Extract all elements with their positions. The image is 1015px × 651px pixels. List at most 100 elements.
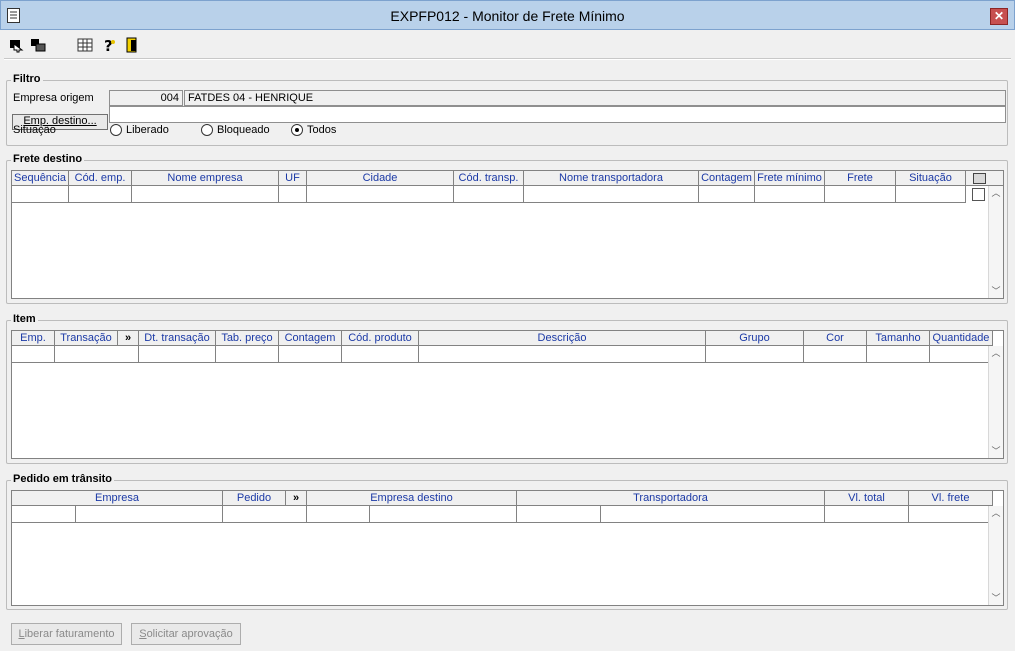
- radio-liberado-circle[interactable]: [110, 124, 122, 136]
- row-cell-dt-transacao[interactable]: [139, 346, 216, 363]
- toolbar-separator: [4, 58, 1011, 60]
- pedido-scrollbar[interactable]: ︿ ﹀: [988, 506, 1003, 605]
- row-cell-frete[interactable]: [825, 186, 896, 203]
- col-cod-produto[interactable]: Cód. produto: [342, 331, 419, 346]
- table-icon[interactable]: [77, 37, 93, 53]
- radio-todos-label: Todos: [307, 124, 337, 136]
- col-tab-preco[interactable]: Tab. preço: [216, 331, 279, 346]
- help-icon[interactable]: ?: [101, 37, 117, 53]
- row-cell-cod-produto[interactable]: [342, 346, 419, 363]
- col-vl-frete[interactable]: Vl. frete: [909, 491, 993, 506]
- row-cell-tab-preco[interactable]: [216, 346, 279, 363]
- col-frete-minimo[interactable]: Frete mínimo: [755, 171, 825, 186]
- col-emp[interactable]: Emp.: [12, 331, 55, 346]
- scroll-down-icon[interactable]: ﹀: [989, 444, 1003, 458]
- row-cell-descricao[interactable]: [419, 346, 706, 363]
- row-cell-empresa-code[interactable]: [12, 506, 76, 523]
- col-empresa-destino[interactable]: Empresa destino: [307, 491, 517, 506]
- row-cell-contagem[interactable]: [699, 186, 755, 203]
- item-grid[interactable]: Emp. Transação » Dt. transação Tab. preç…: [11, 330, 1004, 459]
- row-cell-vl-total[interactable]: [825, 506, 909, 523]
- col-cor[interactable]: Cor: [804, 331, 867, 346]
- pedido-grid[interactable]: Empresa Pedido » Empresa destino Transpo…: [11, 490, 1004, 606]
- row-cell-transportadora-code[interactable]: [517, 506, 601, 523]
- col-cidade[interactable]: Cidade: [307, 171, 454, 186]
- col-dt-transacao[interactable]: Dt. transação: [139, 331, 216, 346]
- row-cell-grupo[interactable]: [706, 346, 804, 363]
- col-vl-total[interactable]: Vl. total: [825, 491, 909, 506]
- item-group: Item Emp. Transação » Dt. transação Tab.…: [6, 313, 1008, 464]
- col-grupo[interactable]: Grupo: [706, 331, 804, 346]
- pedido-group: Pedido em trânsito Empresa Pedido » Empr…: [6, 473, 1008, 610]
- row-cell-sequencia[interactable]: [12, 186, 69, 203]
- row-cell-uf[interactable]: [279, 186, 307, 203]
- scroll-down-icon[interactable]: ﹀: [989, 591, 1003, 605]
- item-scrollbar[interactable]: ︿ ﹀: [988, 346, 1003, 458]
- col-empresa[interactable]: Empresa: [12, 491, 223, 506]
- row-cell-cod-transp[interactable]: [454, 186, 524, 203]
- row-cell-empresa-name[interactable]: [76, 506, 223, 523]
- copy-window-icon[interactable]: [30, 37, 46, 53]
- row-cell-nome-transportadora[interactable]: [524, 186, 699, 203]
- pedido-label: Pedido em trânsito: [11, 473, 115, 485]
- col-descricao[interactable]: Descrição: [419, 331, 706, 346]
- empresa-origem-name-field: FATDES 04 - HENRIQUE: [184, 90, 1006, 106]
- liberar-faturamento-button[interactable]: Liberar faturamento: [11, 623, 122, 645]
- radio-bloqueado-circle[interactable]: [201, 124, 213, 136]
- row-cell-cor[interactable]: [804, 346, 867, 363]
- col-quantidade[interactable]: Quantidade: [930, 331, 993, 346]
- row-cell-tamanho[interactable]: [867, 346, 930, 363]
- row-cell-empresa-destino-code[interactable]: [307, 506, 370, 523]
- row-cell-transacao[interactable]: [55, 346, 139, 363]
- col-contagem[interactable]: Contagem: [279, 331, 342, 346]
- select-all-button-icon[interactable]: [973, 173, 986, 184]
- row-cell-situacao[interactable]: [896, 186, 966, 203]
- scroll-up-icon[interactable]: ︿: [989, 346, 1003, 361]
- col-transacao[interactable]: Transação: [55, 331, 118, 346]
- scroll-down-icon[interactable]: ﹀: [989, 284, 1003, 298]
- row-cell-pedido[interactable]: [223, 506, 307, 523]
- close-button[interactable]: ✕: [990, 8, 1008, 25]
- row-cell-vl-frete[interactable]: [909, 506, 993, 523]
- empresa-origem-label: Empresa origem: [13, 92, 94, 104]
- col-transportadora[interactable]: Transportadora: [517, 491, 825, 506]
- col-tamanho[interactable]: Tamanho: [867, 331, 930, 346]
- row-cell-quantidade[interactable]: [930, 346, 993, 363]
- col-expand-button[interactable]: »: [286, 491, 307, 506]
- row-cell-frete-minimo[interactable]: [755, 186, 825, 203]
- col-frete[interactable]: Frete: [825, 171, 896, 186]
- row-cell-transportadora-name[interactable]: [601, 506, 825, 523]
- enter-arrow-icon[interactable]: [8, 37, 24, 53]
- scroll-up-icon[interactable]: ︿: [989, 506, 1003, 521]
- frete-destino-scrollbar[interactable]: ︿ ﹀: [988, 186, 1003, 298]
- row-checkbox[interactable]: [972, 188, 985, 201]
- radio-liberado[interactable]: Liberado: [110, 124, 169, 136]
- row-cell-contagem[interactable]: [279, 346, 342, 363]
- radio-liberado-label: Liberado: [126, 124, 169, 136]
- row-cell-nome-empresa[interactable]: [132, 186, 279, 203]
- solicitar-aprovacao-button[interactable]: Solicitar aprovação: [131, 623, 241, 645]
- row-cell-cidade[interactable]: [307, 186, 454, 203]
- col-situacao[interactable]: Situação: [896, 171, 966, 186]
- row-cell-cod-emp[interactable]: [69, 186, 132, 203]
- col-sequencia[interactable]: Sequência: [12, 171, 69, 186]
- scroll-up-icon[interactable]: ︿: [989, 186, 1003, 201]
- radio-todos[interactable]: Todos: [291, 124, 336, 136]
- col-nome-transportadora[interactable]: Nome transportadora: [524, 171, 699, 186]
- radio-todos-circle[interactable]: [291, 124, 303, 136]
- col-uf[interactable]: UF: [279, 171, 307, 186]
- row-cell-emp[interactable]: [12, 346, 55, 363]
- title-bar: EXPFP012 - Monitor de Frete Mínimo ✕: [0, 0, 1015, 30]
- row-cell-empresa-destino-name[interactable]: [370, 506, 517, 523]
- radio-bloqueado[interactable]: Bloqueado: [201, 124, 270, 136]
- emp-destino-field[interactable]: [109, 106, 1006, 123]
- exit-door-icon[interactable]: [124, 37, 140, 53]
- col-cod-transp[interactable]: Cód. transp.: [454, 171, 524, 186]
- col-cod-emp[interactable]: Cód. emp.: [69, 171, 132, 186]
- col-expand-button[interactable]: »: [118, 331, 139, 346]
- situacao-label: Situação: [13, 124, 56, 136]
- col-pedido[interactable]: Pedido: [223, 491, 286, 506]
- frete-destino-grid[interactable]: Sequência Cód. emp. Nome empresa UF Cida…: [11, 170, 1004, 299]
- col-contagem[interactable]: Contagem: [699, 171, 755, 186]
- col-nome-empresa[interactable]: Nome empresa: [132, 171, 279, 186]
